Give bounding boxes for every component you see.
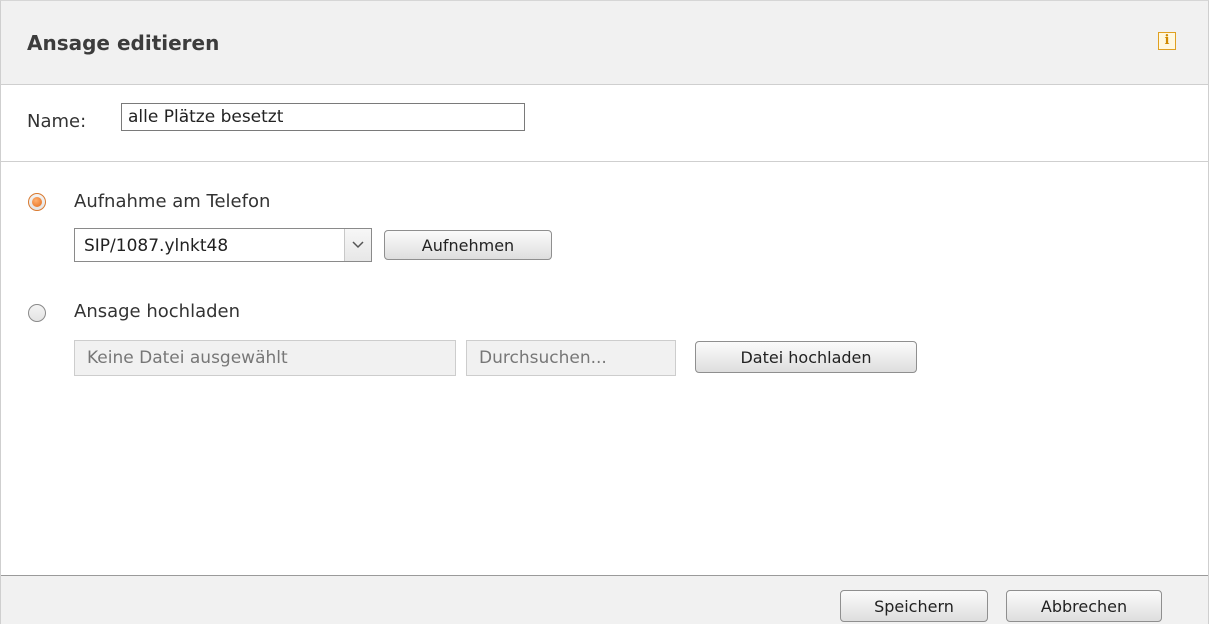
name-input[interactable] (121, 103, 525, 131)
file-name-field: Keine Datei ausgewählt (74, 340, 456, 376)
save-button[interactable]: Speichern (840, 590, 988, 622)
device-select[interactable]: SIP/1087.ylnkt48 (74, 228, 372, 262)
upload-radio[interactable] (28, 304, 46, 322)
edit-announcement-dialog: Ansage editieren i Name: Aufnahme am Tel… (0, 0, 1209, 624)
device-select-value: SIP/1087.ylnkt48 (84, 236, 229, 256)
upload-file-button[interactable]: Datei hochladen (695, 341, 917, 373)
cancel-button[interactable]: Abbrechen (1006, 590, 1162, 622)
dialog-title: Ansage editieren (27, 31, 220, 55)
chevron-down-icon[interactable] (344, 229, 371, 261)
upload-label: Ansage hochladen (74, 301, 241, 322)
record-button[interactable]: Aufnehmen (384, 230, 552, 260)
name-label: Name: (27, 111, 87, 132)
info-icon[interactable]: i (1158, 32, 1176, 50)
dialog-header: Ansage editieren i (1, 1, 1208, 85)
name-row: Name: (1, 85, 1208, 162)
browse-button[interactable]: Durchsuchen... (466, 340, 676, 376)
dialog-footer: Speichern Abbrechen (1, 575, 1208, 624)
record-on-phone-radio[interactable] (28, 193, 46, 211)
record-on-phone-label: Aufnahme am Telefon (74, 191, 271, 212)
